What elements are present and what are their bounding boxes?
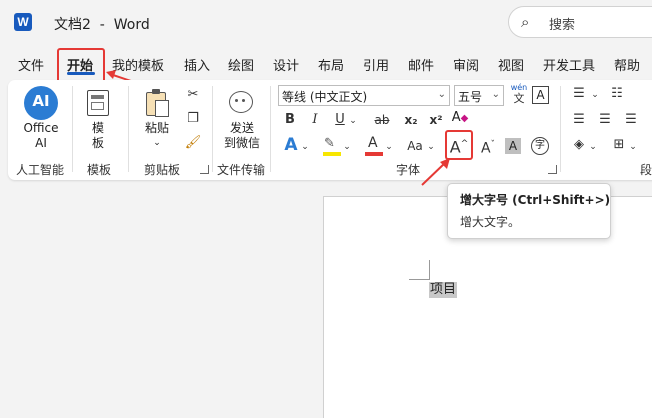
cut-icon[interactable]: ✂ (184, 86, 202, 104)
font-size-dropdown[interactable]: 五号 ⌄ (454, 85, 504, 106)
phonetic-guide-button[interactable]: wén 文 (508, 83, 530, 107)
clear-formatting-button[interactable]: A◆ (449, 108, 471, 128)
tab-file[interactable]: 文件 (18, 55, 44, 74)
align-left-icon[interactable]: ☰ (570, 111, 588, 129)
tab-my-templates[interactable]: 我的模板 (112, 55, 164, 74)
shading-bucket-icon[interactable]: ◈ (570, 136, 588, 154)
group-label-font: 字体 (396, 163, 421, 177)
tooltip-title: 增大字号 (Ctrl+Shift+>) (460, 193, 611, 207)
bullets-icon[interactable]: ☰ (570, 85, 588, 103)
tab-help[interactable]: 帮助 (614, 55, 640, 74)
font-launcher-icon[interactable] (548, 165, 557, 174)
change-case-button[interactable]: Aa (404, 137, 426, 155)
chevron-down-icon[interactable]: ⌄ (384, 138, 394, 156)
underline-button[interactable]: U (332, 111, 348, 129)
tab-draw[interactable]: 绘图 (228, 55, 254, 74)
align-center-icon[interactable]: ☰ (596, 111, 614, 129)
template-button[interactable]: 模 板 (84, 121, 112, 151)
group-label-clipboard: 剪贴板 (144, 163, 181, 177)
italic-button[interactable]: I (307, 111, 323, 129)
chevron-down-icon: ⌄ (437, 89, 446, 100)
tab-view[interactable]: 视图 (498, 55, 524, 74)
group-label-paragraph: 段 (640, 163, 652, 177)
search-placeholder: 搜索 (549, 18, 576, 33)
eraser-icon: ◆ (460, 113, 469, 124)
ribbon-panel: AI Office AI 人工智能 模 板 模板 粘贴 ⌄ ✂ ❐ 🖌 剪贴板 … (8, 80, 652, 180)
grow-font-tooltip: 增大字号 (Ctrl+Shift+>) 增大文字。 (447, 183, 611, 239)
numbering-icon[interactable]: ☷ (608, 85, 626, 103)
chevron-down-icon[interactable]: ⌄ (426, 138, 436, 156)
chevron-down-icon[interactable]: ⌄ (348, 112, 358, 130)
chevron-down-icon[interactable]: ⌄ (342, 138, 352, 156)
clipboard-launcher-icon[interactable] (200, 165, 209, 174)
title-bar: W 文档2 - Word ⌕ 搜索 (0, 0, 652, 46)
chevron-down-icon[interactable]: ⌄ (300, 138, 310, 156)
search-icon: ⌕ (521, 13, 530, 31)
paste-button[interactable]: 粘贴 ⌄ (142, 121, 172, 151)
font-name-dropdown[interactable]: 等线 (中文正文) ⌄ (278, 85, 450, 106)
wechat-icon[interactable] (229, 91, 253, 113)
word-app-icon: W (14, 13, 32, 31)
group-label-ai: 人工智能 (16, 163, 65, 177)
chevron-down-icon[interactable]: ⌄ (590, 86, 600, 104)
character-border-button[interactable]: A (532, 86, 549, 104)
borders-icon[interactable]: ⊞ (610, 136, 628, 154)
highlight-color-button[interactable]: ✎ (322, 136, 342, 158)
search-box[interactable]: ⌕ 搜索 (508, 6, 652, 38)
tab-references[interactable]: 引用 (363, 55, 389, 74)
send-to-wechat-button[interactable]: 发送 到微信 (220, 121, 264, 151)
office-ai-button[interactable]: Office AI (16, 121, 66, 151)
align-right-icon[interactable]: ☰ (622, 111, 640, 129)
tab-insert[interactable]: 插入 (184, 55, 210, 74)
tab-layout[interactable]: 布局 (318, 55, 344, 74)
tab-mailings[interactable]: 邮件 (408, 55, 434, 74)
chevron-down-icon: ⌄ (491, 89, 500, 100)
group-label-templates: 模板 (87, 163, 112, 177)
strikethrough-button[interactable]: ab (372, 111, 392, 129)
bold-button[interactable]: B (282, 111, 298, 129)
subscript-button[interactable]: x₂ (401, 111, 421, 129)
page-margin-corner-mark (409, 279, 429, 280)
copy-icon[interactable]: ❐ (184, 110, 202, 128)
tooltip-description: 增大文字。 (460, 215, 521, 229)
page-margin-corner-mark (429, 260, 430, 280)
tab-review[interactable]: 审阅 (453, 55, 479, 74)
chevron-down-icon[interactable]: ⌄ (588, 138, 598, 156)
office-ai-icon[interactable]: AI (24, 86, 58, 120)
format-painter-icon[interactable]: 🖌 (184, 134, 202, 152)
font-color-button[interactable]: A (364, 135, 384, 157)
chevron-down-icon[interactable]: ⌄ (628, 138, 638, 156)
tab-design[interactable]: 设计 (273, 55, 299, 74)
template-icon[interactable] (87, 90, 109, 116)
shrink-font-button[interactable]: Aˇ (478, 136, 498, 158)
tab-developer[interactable]: 开发工具 (543, 55, 595, 74)
paste-icon[interactable] (144, 88, 170, 118)
grow-font-button[interactable]: A^ (449, 135, 469, 156)
group-label-file-transfer: 文件传输 (217, 163, 266, 177)
window-title: 文档2 - Word (54, 17, 150, 33)
superscript-button[interactable]: x² (426, 111, 446, 129)
enclose-characters-button[interactable]: 字 (531, 137, 549, 155)
highlighter-icon: ✎ (324, 136, 335, 151)
text-effects-button[interactable]: A (282, 136, 300, 154)
selected-text[interactable]: 项目 (429, 282, 458, 298)
character-shading-button[interactable]: A (505, 138, 521, 154)
